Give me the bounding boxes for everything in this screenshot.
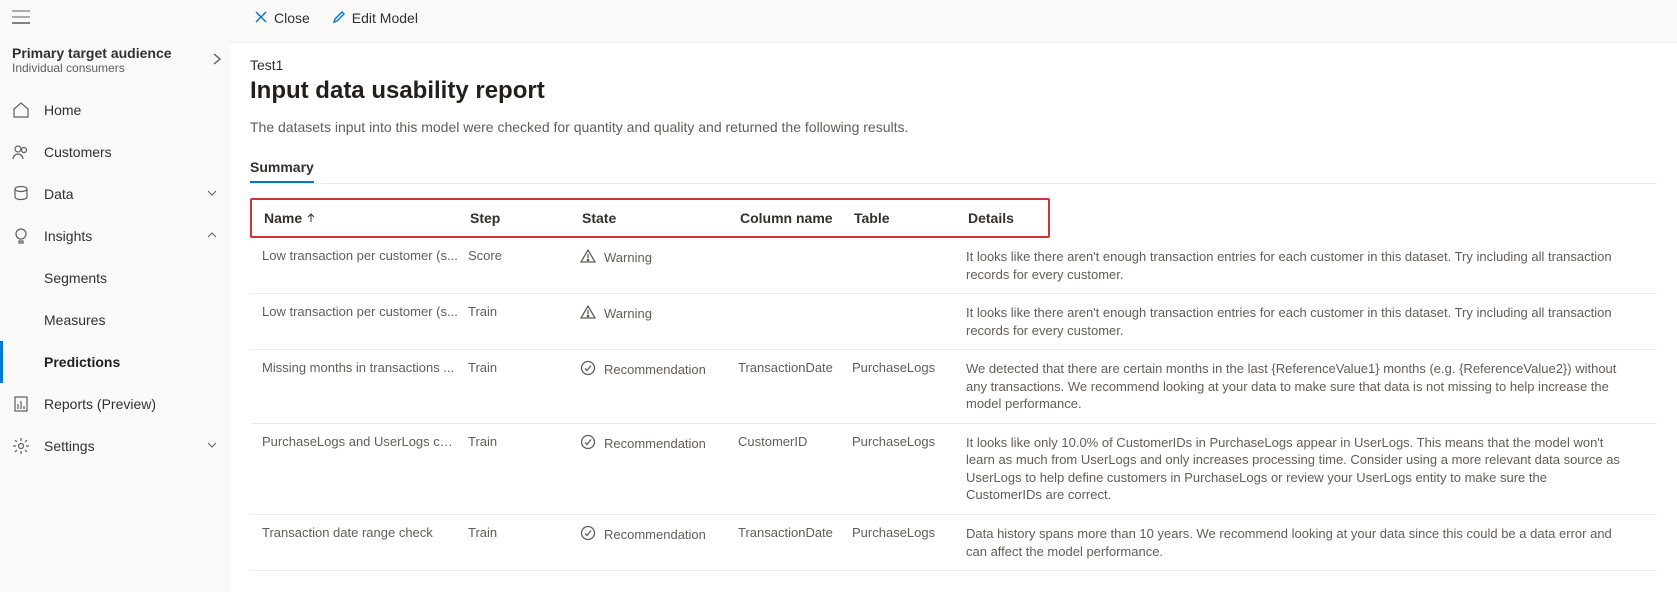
table-row[interactable]: Transaction date range checkTrain Recomme… bbox=[250, 515, 1657, 571]
sidebar-item-reports[interactable]: Reports (Preview) bbox=[0, 383, 230, 425]
sidebar-subitem-label: Segments bbox=[44, 270, 107, 286]
table-header-details[interactable]: Details bbox=[968, 210, 1014, 226]
sidebar-item-insights[interactable]: Insights bbox=[0, 215, 230, 257]
hamburger-menu-button[interactable] bbox=[0, 4, 230, 41]
settings-icon bbox=[12, 437, 30, 455]
breadcrumb[interactable]: Test1 bbox=[250, 57, 1657, 73]
sidebar-item-settings[interactable]: Settings bbox=[0, 425, 230, 467]
cell-name: PurchaseLogs and UserLogs cus... bbox=[262, 434, 468, 449]
chevron-up-icon bbox=[206, 228, 218, 244]
cell-table: PurchaseLogs bbox=[852, 525, 966, 540]
audience-selector[interactable]: Primary target audience Individual consu… bbox=[0, 41, 230, 89]
state-label: Warning bbox=[604, 306, 652, 321]
cell-name: Low transaction per customer (s... bbox=[262, 248, 468, 263]
data-icon bbox=[12, 185, 30, 203]
sidebar: Primary target audience Individual consu… bbox=[0, 0, 230, 592]
cell-details: We detected that there are certain month… bbox=[966, 360, 1645, 413]
cell-state: Recommendation bbox=[580, 525, 738, 544]
sidebar-subitem-label: Predictions bbox=[44, 354, 120, 370]
cell-details: It looks like there aren't enough transa… bbox=[966, 248, 1645, 283]
cell-details: Data history spans more than 10 years. W… bbox=[966, 525, 1645, 560]
cell-state: Warning bbox=[580, 248, 738, 267]
sidebar-item-label: Insights bbox=[44, 228, 92, 244]
content-area: Test1 Input data usability report The da… bbox=[230, 42, 1677, 592]
sidebar-item-customers[interactable]: Customers bbox=[0, 131, 230, 173]
main-panel: Close Edit Model Test1 Input data usabil… bbox=[230, 0, 1677, 592]
cell-name: Low transaction per customer (s... bbox=[262, 304, 468, 319]
cell-state: Warning bbox=[580, 304, 738, 323]
state-label: Recommendation bbox=[604, 527, 706, 542]
warning-icon bbox=[580, 304, 596, 323]
table-header-table[interactable]: Table bbox=[854, 210, 968, 226]
sidebar-item-home[interactable]: Home bbox=[0, 89, 230, 131]
toolbar: Close Edit Model bbox=[230, 0, 1677, 36]
sidebar-item-label: Data bbox=[44, 186, 74, 202]
sidebar-item-label: Reports (Preview) bbox=[44, 396, 156, 412]
sort-asc-icon bbox=[306, 210, 316, 226]
sidebar-item-label: Settings bbox=[44, 438, 95, 454]
cell-column: TransactionDate bbox=[738, 360, 852, 375]
chevron-down-icon bbox=[206, 186, 218, 202]
close-icon bbox=[254, 10, 268, 27]
home-icon bbox=[12, 101, 30, 119]
cell-table: PurchaseLogs bbox=[852, 434, 966, 449]
table-header-state[interactable]: State bbox=[582, 210, 740, 226]
state-label: Warning bbox=[604, 250, 652, 265]
check-circle-icon bbox=[580, 525, 596, 544]
reports-icon bbox=[12, 395, 30, 413]
cell-table: PurchaseLogs bbox=[852, 360, 966, 375]
edit-model-label: Edit Model bbox=[352, 10, 418, 26]
audience-subtitle: Individual consumers bbox=[12, 61, 172, 75]
cell-name: Transaction date range check bbox=[262, 525, 468, 540]
state-label: Recommendation bbox=[604, 362, 706, 377]
audience-title: Primary target audience bbox=[12, 45, 172, 61]
sidebar-item-label: Customers bbox=[44, 144, 112, 160]
table-row[interactable]: Low transaction per customer (s...Train W… bbox=[250, 294, 1657, 350]
tab-summary[interactable]: Summary bbox=[250, 153, 314, 183]
cell-step: Train bbox=[468, 434, 580, 449]
cell-column: TransactionDate bbox=[738, 525, 852, 540]
sidebar-item-label: Home bbox=[44, 102, 81, 118]
cell-step: Train bbox=[468, 360, 580, 375]
cell-details: It looks like there aren't enough transa… bbox=[966, 304, 1645, 339]
cell-column: CustomerID bbox=[738, 434, 852, 449]
table-row[interactable]: Missing months in transactions ...Train R… bbox=[250, 350, 1657, 424]
page-description: The datasets input into this model were … bbox=[250, 119, 1657, 135]
check-circle-icon bbox=[580, 434, 596, 453]
usability-table: Name Step State Column name Table Detail… bbox=[250, 198, 1657, 571]
table-row[interactable]: PurchaseLogs and UserLogs cus...Train Rec… bbox=[250, 424, 1657, 515]
sidebar-subitem-segments[interactable]: Segments bbox=[0, 257, 230, 299]
sidebar-subitem-predictions[interactable]: Predictions bbox=[0, 341, 230, 383]
table-header-column[interactable]: Column name bbox=[740, 210, 854, 226]
table-header-step[interactable]: Step bbox=[470, 210, 582, 226]
table-row[interactable]: Low transaction per customer (s...Score W… bbox=[250, 238, 1657, 294]
cell-state: Recommendation bbox=[580, 360, 738, 379]
page-title: Input data usability report bbox=[250, 77, 1657, 105]
edit-model-button[interactable]: Edit Model bbox=[326, 6, 424, 31]
cell-name: Missing months in transactions ... bbox=[262, 360, 468, 375]
tab-row: Summary bbox=[250, 153, 1657, 184]
insights-icon bbox=[12, 227, 30, 245]
cell-step: Train bbox=[468, 304, 580, 319]
customers-icon bbox=[12, 143, 30, 161]
table-header-row: Name Step State Column name Table Detail… bbox=[250, 198, 1050, 238]
sidebar-subitem-measures[interactable]: Measures bbox=[0, 299, 230, 341]
close-button[interactable]: Close bbox=[248, 6, 316, 31]
check-circle-icon bbox=[580, 360, 596, 379]
state-label: Recommendation bbox=[604, 436, 706, 451]
cell-details: It looks like only 10.0% of CustomerIDs … bbox=[966, 434, 1645, 504]
cell-step: Train bbox=[468, 525, 580, 540]
close-label: Close bbox=[274, 10, 310, 26]
table-header-name[interactable]: Name bbox=[264, 210, 470, 226]
sidebar-subitem-label: Measures bbox=[44, 312, 105, 328]
chevron-down-icon bbox=[206, 438, 218, 454]
sidebar-item-data[interactable]: Data bbox=[0, 173, 230, 215]
cell-state: Recommendation bbox=[580, 434, 738, 453]
cell-step: Score bbox=[468, 248, 580, 263]
edit-icon bbox=[332, 10, 346, 27]
chevron-right-icon bbox=[212, 52, 222, 69]
warning-icon bbox=[580, 248, 596, 267]
